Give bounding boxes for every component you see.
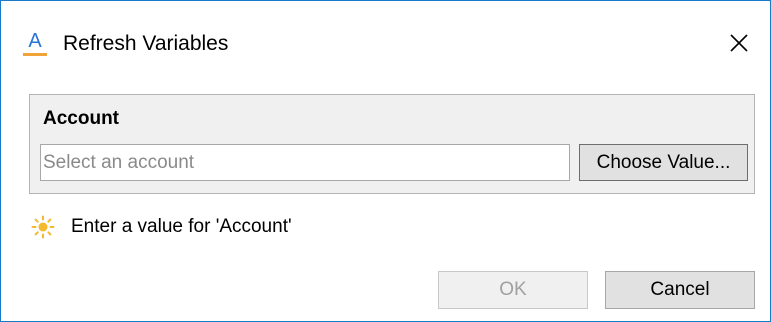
sun-icon: [31, 215, 55, 239]
app-logo-icon: A: [23, 30, 47, 56]
account-group: Account Choose Value...: [29, 94, 755, 194]
refresh-variables-dialog: A Refresh Variables Account Choose Value…: [0, 0, 771, 322]
close-button[interactable]: [719, 23, 759, 63]
ok-button[interactable]: OK: [438, 271, 588, 309]
account-input[interactable]: [40, 144, 570, 181]
close-icon: [730, 34, 748, 52]
dialog-title: Refresh Variables: [63, 32, 229, 55]
hint-text: Enter a value for 'Account': [71, 216, 292, 237]
title-bar: A Refresh Variables: [1, 1, 770, 85]
account-label: Account: [43, 108, 119, 129]
validation-hint: Enter a value for 'Account': [31, 215, 292, 239]
choose-value-button[interactable]: Choose Value...: [579, 144, 748, 181]
cancel-button[interactable]: Cancel: [605, 271, 755, 309]
